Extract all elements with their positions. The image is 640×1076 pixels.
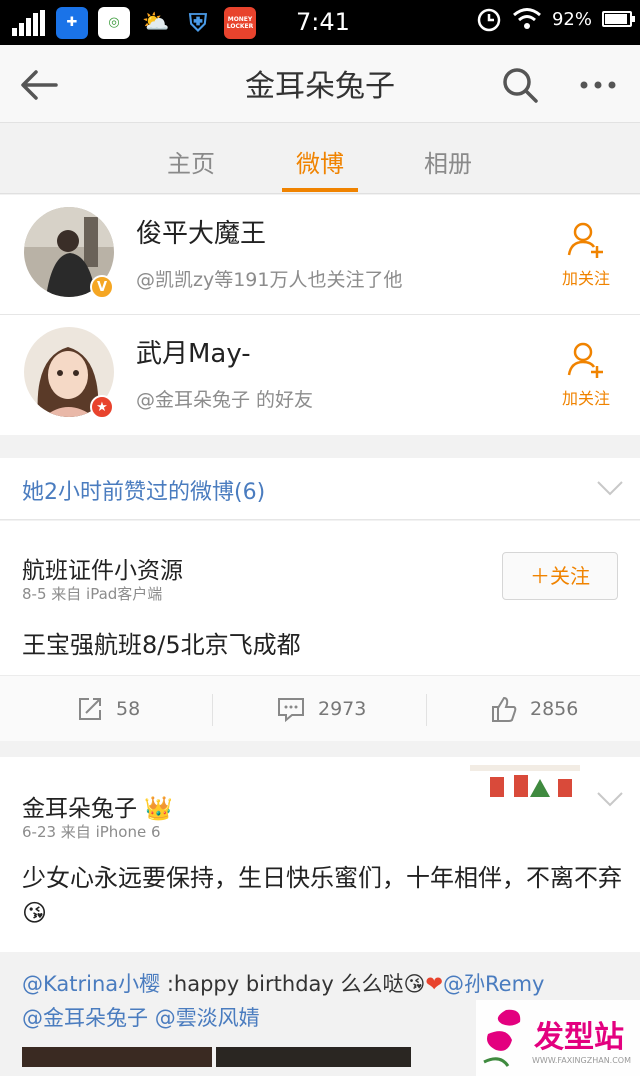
alarm-icon — [477, 8, 501, 32]
post-author[interactable]: 金耳朵兔子 👑 — [22, 789, 173, 823]
weather-icon: ⛅ — [142, 10, 170, 35]
user-description: @金耳朵兔子 的好友 — [136, 389, 314, 411]
list-item[interactable]: ★ 武月May- @金耳朵兔子 的好友 加关注 — [0, 315, 640, 435]
follow-button[interactable]: 加关注 — [558, 339, 614, 409]
post-text[interactable]: 王宝强航班8/5北京飞成都 — [22, 625, 301, 660]
chevron-down-icon[interactable] — [596, 789, 624, 809]
more-icon[interactable] — [576, 63, 620, 107]
divider — [426, 694, 427, 726]
nav-bar: 金耳朵兔子 — [0, 45, 640, 123]
crown-emoji-icon: 👑 — [144, 796, 173, 822]
browser-notification-icon: ◎ — [98, 6, 130, 39]
liked-posts-header[interactable]: 她2小时前赞过的微博(6) — [0, 458, 640, 520]
tab-weibo[interactable]: 微博 — [270, 144, 370, 179]
repost-icon — [79, 698, 101, 720]
liked-posts-title: 她2小时前赞过的微博(6) — [22, 480, 266, 505]
like-count: 2856 — [530, 698, 579, 720]
profile-tabs: 主页 微博 相册 — [0, 124, 640, 194]
wifi-icon — [513, 8, 541, 29]
chevron-down-icon[interactable] — [596, 478, 624, 498]
post-meta: 8-5 来自 iPad客户端 — [22, 585, 163, 603]
battery-icon — [602, 11, 635, 27]
repost-line: @Katrina小樱 :happy birthday 么么哒😘❤@孙Remy — [22, 972, 545, 996]
repost-count: 58 — [116, 698, 141, 720]
watermark-text: 发型站 — [534, 1020, 624, 1055]
status-bar: ✚ ◎ ⛅ ⛨ MONEY LOCKER 7:41 92% — [0, 0, 640, 45]
weibo-post: 航班证件小资源 8-5 来自 iPad客户端 ＋关注 王宝强航班8/5北京飞成都… — [0, 521, 640, 741]
image-thumbnails[interactable] — [22, 1047, 411, 1067]
page-title: 金耳朵兔子 — [245, 69, 395, 104]
thumbs-up-icon — [492, 696, 517, 722]
suggested-users: V 俊平大魔王 @凯凯zy等191万人也关注了他 加关注 ★ 武月May- @金… — [0, 195, 640, 435]
battery-percent: 92% — [551, 8, 592, 30]
kiss-emoji-icon: 😘 — [22, 899, 48, 927]
watermark: 发型站 WWW.FAXINGZHAN.COM — [476, 1000, 640, 1076]
active-tab-indicator — [282, 188, 358, 192]
shield-icon: ⛨ — [189, 8, 207, 37]
user-name[interactable]: 武月May- — [136, 333, 251, 370]
mention-link[interactable]: @孙Remy — [443, 972, 544, 996]
verified-badge-icon: V — [90, 275, 114, 299]
thumbnail[interactable] — [216, 1047, 411, 1067]
user-name[interactable]: 俊平大魔王 — [136, 213, 266, 250]
comment-count: 2973 — [318, 698, 367, 720]
search-icon[interactable] — [498, 63, 542, 107]
add-user-icon — [567, 342, 603, 378]
heart-emoji-icon: ❤ — [425, 972, 444, 996]
post-actions: 58 2973 2856 — [0, 675, 640, 741]
comment-icon — [278, 698, 304, 723]
mention-link[interactable]: @金耳朵兔子 — [22, 1006, 148, 1030]
app-notification-icon: ✚ — [56, 6, 88, 39]
repost-button[interactable]: 58 — [76, 676, 140, 742]
comment-button[interactable]: 2973 — [276, 676, 366, 742]
thumbnail[interactable] — [22, 1047, 212, 1067]
signal-icon — [12, 9, 45, 36]
tab-home[interactable]: 主页 — [141, 144, 241, 179]
post-author[interactable]: 航班证件小资源 — [22, 551, 183, 585]
money-locker-icon: MONEY LOCKER — [224, 6, 256, 39]
divider — [212, 694, 213, 726]
user-description: @凯凯zy等191万人也关注了他 — [136, 269, 403, 291]
mention-link[interactable]: @雲淡风婧 — [155, 1006, 260, 1030]
follow-label: 加关注 — [561, 389, 610, 408]
clock: 7:41 — [296, 8, 350, 36]
add-user-icon — [567, 222, 603, 258]
follow-button[interactable]: 加关注 — [558, 219, 614, 289]
watermark-url: WWW.FAXINGZHAN.COM — [532, 1056, 631, 1065]
kiss-emoji-icon: 😘 — [403, 972, 426, 996]
christmas-decoration-icon — [470, 765, 580, 797]
repost-line: @金耳朵兔子 @雲淡风婧 — [22, 1002, 260, 1032]
flower-logo-icon — [483, 1009, 521, 1067]
post-meta: 6-23 来自 iPhone 6 — [22, 823, 161, 841]
mention-link[interactable]: @Katrina小樱 — [22, 972, 160, 996]
list-item[interactable]: V 俊平大魔王 @凯凯zy等191万人也关注了他 加关注 — [0, 195, 640, 315]
follow-label: 加关注 — [561, 269, 610, 288]
star-badge-icon: ★ — [90, 395, 114, 419]
follow-button[interactable]: ＋关注 — [502, 552, 618, 600]
like-button[interactable]: 2856 — [490, 676, 578, 742]
tab-album[interactable]: 相册 — [398, 144, 498, 179]
post-text[interactable]: 少女心永远要保持，生日快乐蜜们，十年相伴，不离不弃😘 — [22, 861, 622, 931]
